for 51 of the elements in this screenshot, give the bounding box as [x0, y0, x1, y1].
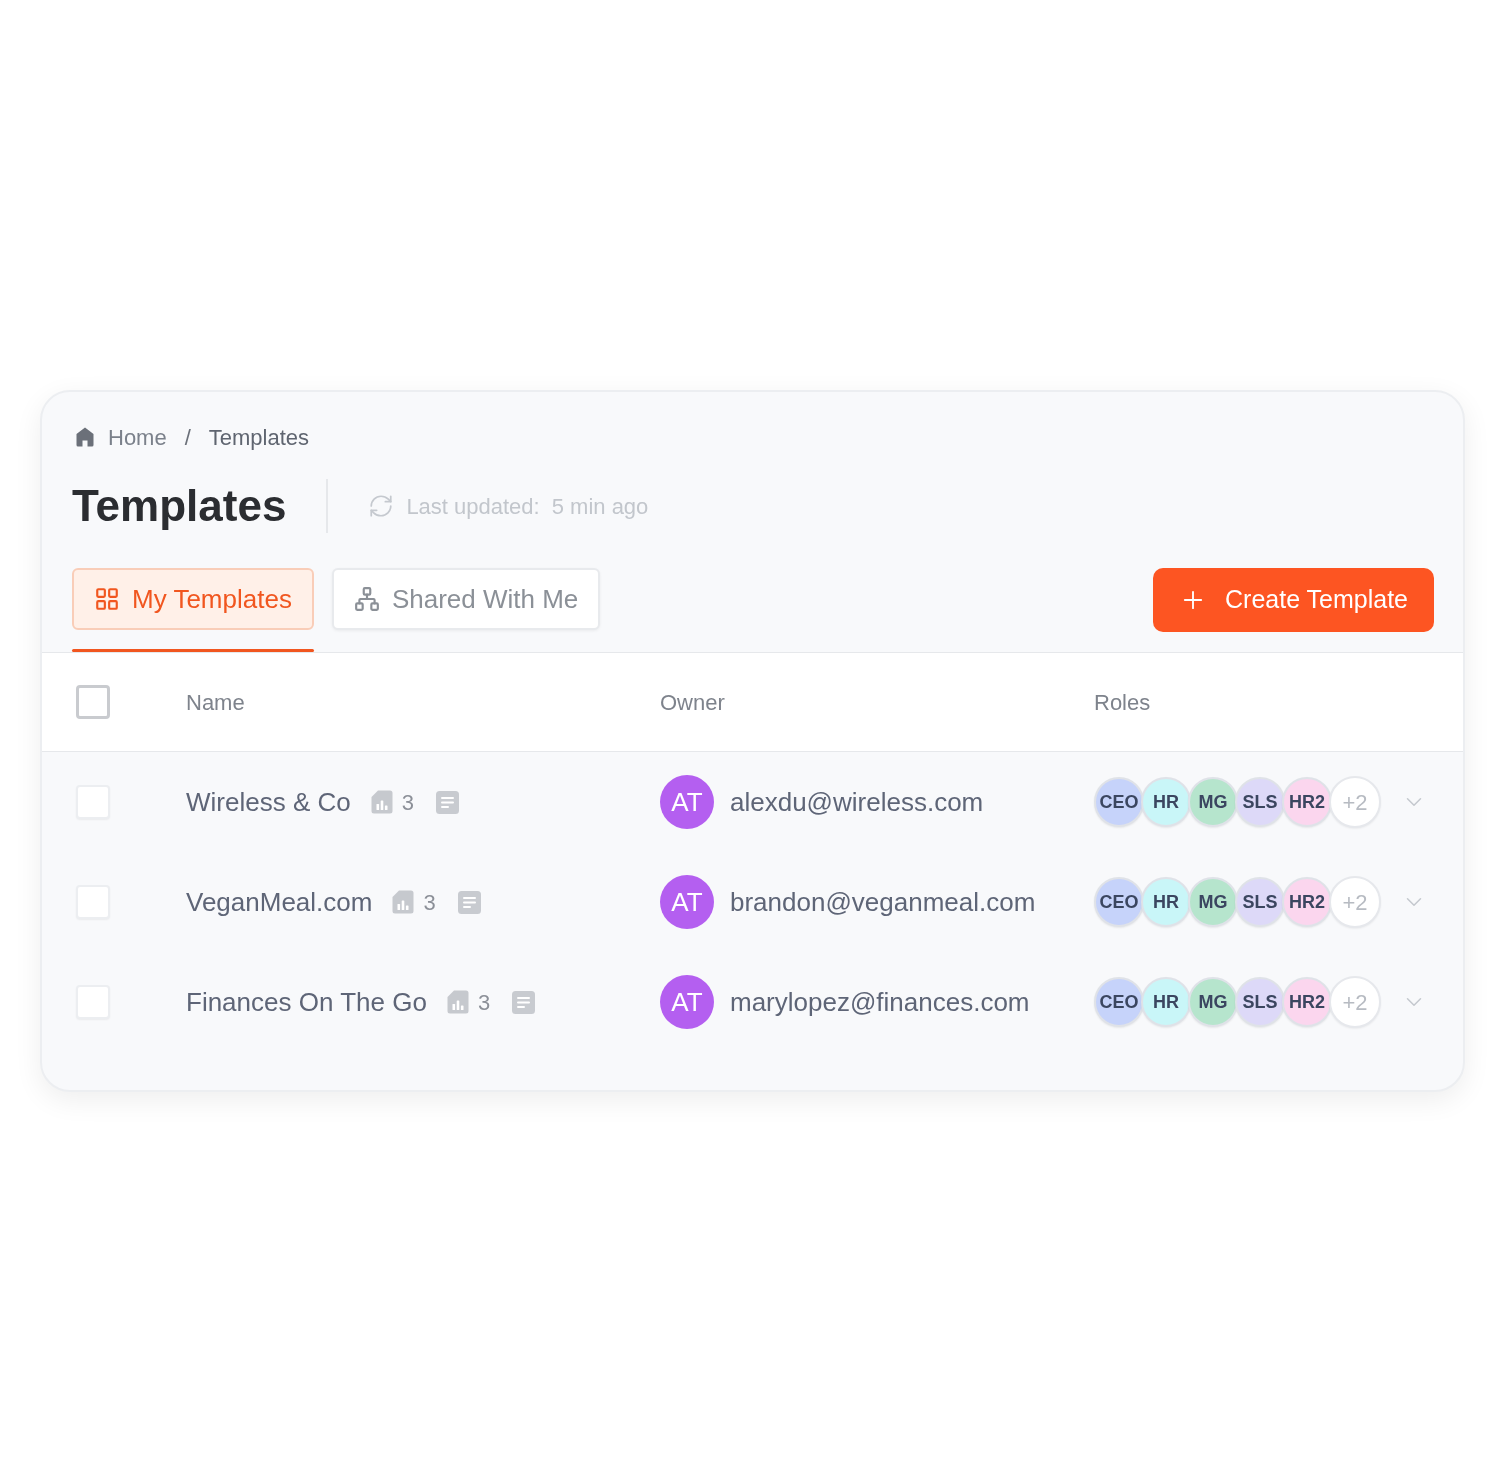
template-count: 3 [401, 788, 414, 817]
sim-card-icon [370, 790, 393, 814]
role-badge: SLS [1235, 877, 1285, 927]
role-badge: HR2 [1282, 977, 1332, 1027]
role-badge: MG [1188, 877, 1238, 927]
tab[interactable]: My Templates [72, 568, 314, 630]
breadcrumb-separator: / [184, 423, 191, 452]
template-count: 3 [423, 888, 436, 917]
create-template-button[interactable]: Create Template [1153, 568, 1434, 632]
role-badge: HR2 [1282, 777, 1332, 827]
column-header: Roles [1094, 689, 1151, 715]
document-icon[interactable] [512, 990, 536, 1014]
role-badge: HR [1141, 877, 1191, 927]
role-badge: HR2 [1282, 877, 1332, 927]
more-roles-badge[interactable]: +2 [1329, 976, 1381, 1028]
column-header: Name [186, 689, 245, 715]
grid-icon [94, 586, 120, 612]
template-count: 3 [477, 988, 491, 1017]
page-title: Templates [72, 484, 287, 528]
role-badge: SLS [1235, 977, 1285, 1027]
owner-avatar: AT [660, 975, 714, 1029]
role-badge: HR [1141, 977, 1191, 1027]
template-name[interactable]: Finances On The Go [186, 982, 427, 1022]
role-badge: CEO [1094, 877, 1144, 927]
sim-card-icon [392, 890, 415, 914]
role-badge: MG [1188, 777, 1238, 827]
owner-avatar: AT [660, 775, 714, 829]
template-name[interactable]: VeganMeal.com [186, 882, 373, 922]
role-badge: SLS [1235, 777, 1285, 827]
sim-card-icon [446, 990, 469, 1014]
owner-email: alexdu@wireless.com [730, 785, 984, 819]
role-badge: MG [1188, 977, 1238, 1027]
owner-email: marylopez@finances.com [730, 985, 1030, 1019]
document-icon[interactable] [435, 790, 459, 814]
more-roles-badge[interactable]: +2 [1329, 876, 1381, 928]
breadcrumb-current: Templates [208, 423, 310, 452]
home-link[interactable]: Home [76, 420, 167, 454]
role-badge: CEO [1094, 777, 1144, 827]
role-badge: CEO [1094, 977, 1144, 1027]
document-icon[interactable] [457, 890, 481, 914]
owner-email: brandon@veganmeal.com [730, 885, 1036, 919]
template-name[interactable]: Wireless & Co [186, 782, 351, 822]
role-badge: HR [1141, 777, 1191, 827]
home-icon [76, 427, 94, 447]
column-header: Owner [660, 689, 725, 715]
select-all-checkbox[interactable] [76, 685, 110, 719]
owner-avatar: AT [660, 875, 714, 929]
more-roles-badge[interactable]: +2 [1329, 776, 1381, 828]
refresh-icon[interactable] [368, 493, 395, 519]
network-icon [353, 586, 380, 612]
tab[interactable]: Shared With Me [331, 568, 601, 630]
